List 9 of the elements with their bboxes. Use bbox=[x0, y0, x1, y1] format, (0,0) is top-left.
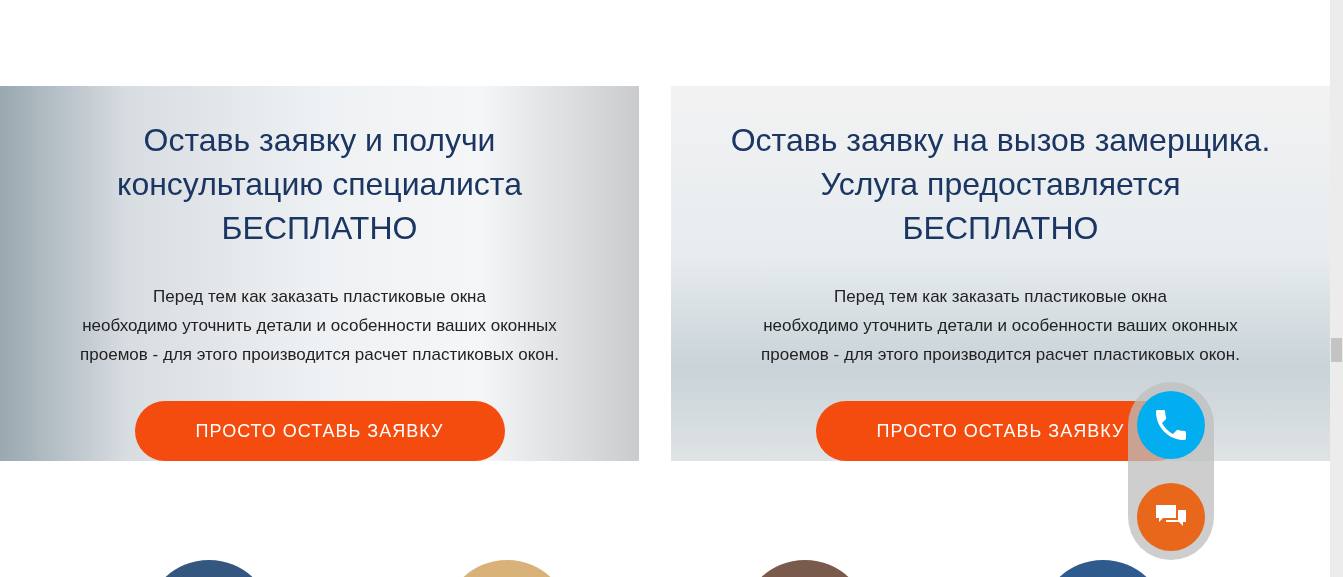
phone-button[interactable] bbox=[1137, 391, 1205, 459]
card-title: Оставь заявку на вызов замерщика. Услуга предоставляется БЕСПЛАТНО bbox=[730, 121, 1271, 248]
chat-button[interactable] bbox=[1137, 483, 1205, 551]
scrollbar[interactable] bbox=[1330, 0, 1343, 577]
card-title: Оставь заявку и получи консультацию специалиста БЕСПЛАТНО bbox=[117, 121, 522, 248]
scrollbar-thumb[interactable] bbox=[1331, 338, 1342, 362]
request-button[interactable]: ПРОСТО ОСТАВЬ ЗАЯВКУ bbox=[134, 401, 505, 461]
card-description: Перед тем как заказать пластиковые окна необходимо уточнить детали и особенности ваших оконных проемов - для этого производится расчет пластиковых окон. bbox=[80, 286, 559, 366]
card-description: Перед тем как заказать пластиковые окна необходимо уточнить детали и особенности ваших оконных проемов - для этого производится расчет пластиковых окон. bbox=[761, 286, 1240, 366]
